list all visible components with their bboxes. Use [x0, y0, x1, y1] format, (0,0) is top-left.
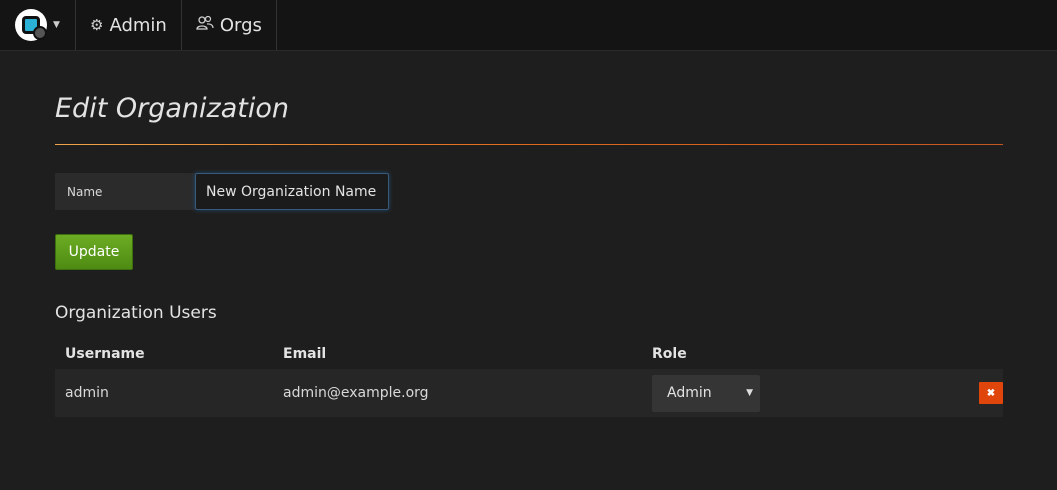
org-name-input[interactable] [195, 173, 389, 210]
org-users-table: Username Email Role admin admin@example.… [55, 339, 1003, 417]
nav-item-orgs[interactable]: Orgs [182, 0, 277, 50]
users-icon [196, 15, 214, 35]
caret-down-icon: ▼ [746, 388, 753, 398]
top-navbar: ▼ ⚙ Admin Orgs [0, 0, 1057, 51]
title-divider [55, 144, 1003, 145]
nav-item-label: Admin [109, 14, 167, 36]
cogs-icon: ⚙ [90, 16, 104, 34]
close-icon: ✖ [986, 387, 996, 399]
org-name-form-row: Name [55, 173, 389, 210]
username-cell: admin [55, 369, 273, 417]
page-title: Edit Organization [55, 93, 289, 124]
update-button[interactable]: Update [55, 234, 133, 270]
chevron-down-icon: ▼ [53, 20, 60, 30]
column-header-actions [962, 339, 1003, 369]
column-header-email: Email [283, 346, 327, 362]
actions-cell: ✖ [962, 369, 1003, 417]
role-select[interactable]: Admin ▼ [652, 374, 760, 412]
column-header-username: Username [65, 346, 145, 362]
table-header-row: Username Email Role [55, 339, 1003, 369]
email-cell: admin@example.org [273, 369, 642, 417]
remove-user-button[interactable]: ✖ [979, 382, 1003, 404]
nav-item-label: Orgs [219, 14, 262, 36]
role-cell: Admin ▼ [642, 369, 962, 417]
role-select-value: Admin [667, 385, 712, 401]
name-label: Name [55, 173, 195, 210]
column-header-role: Role [652, 346, 687, 362]
org-users-heading: Organization Users [55, 303, 217, 323]
logo-menu-button[interactable]: ▼ [0, 0, 76, 50]
table-row: admin admin@example.org Admin ▼ ✖ [55, 369, 1003, 417]
grafana-logo-icon [15, 9, 48, 41]
nav-item-admin[interactable]: ⚙ Admin [76, 0, 182, 50]
